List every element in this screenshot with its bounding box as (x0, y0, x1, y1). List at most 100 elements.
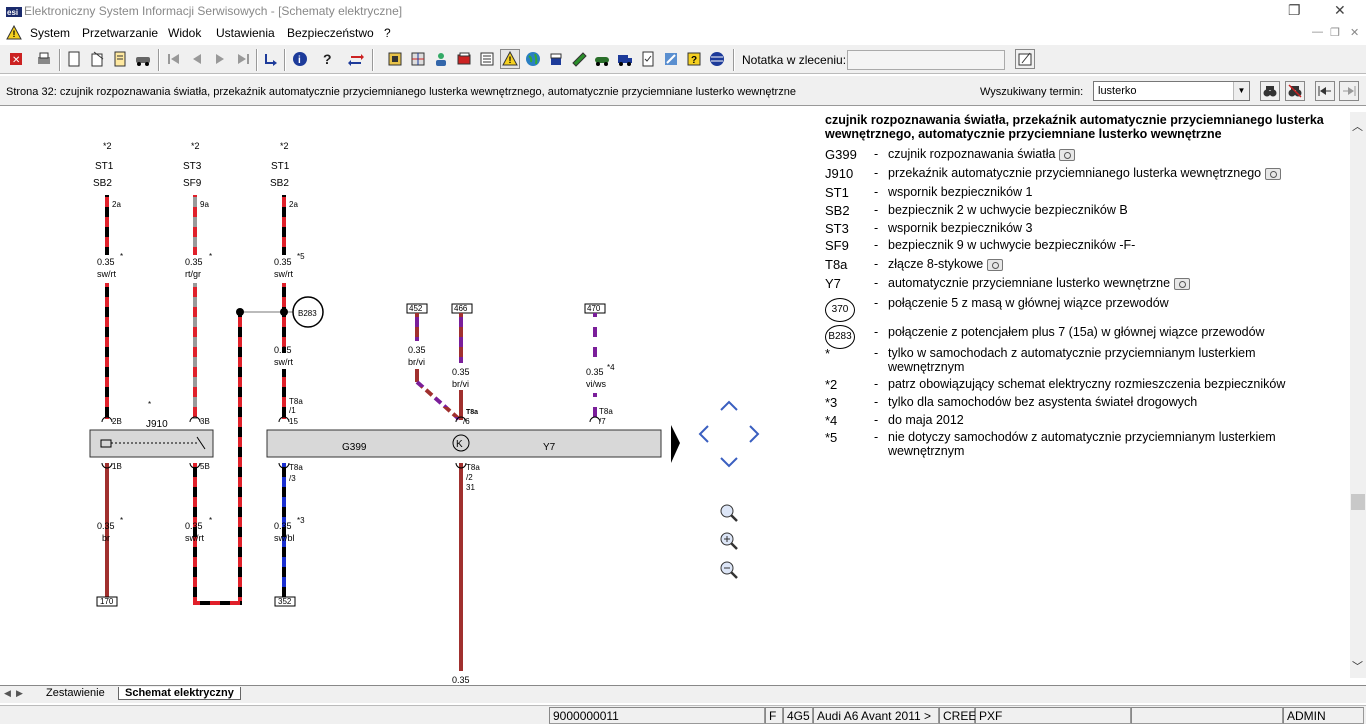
checklist-icon[interactable] (638, 49, 658, 69)
junction-dot (280, 308, 288, 316)
window-restore-button[interactable]: ❐ (1288, 2, 1301, 19)
wire-fuse1-top (105, 195, 109, 255)
camera-icon[interactable] (1059, 148, 1076, 161)
notatka-label: Notatka w zleceniu: (742, 53, 847, 67)
menu-ustawienia[interactable]: Ustawienia (216, 26, 275, 40)
money-icon[interactable] (569, 49, 589, 69)
edit-document-icon[interactable] (87, 49, 107, 69)
wire-fuse1-j910 (105, 283, 109, 419)
jump-icon[interactable] (261, 49, 281, 69)
t8a-1-label: /1 (289, 406, 296, 415)
previous-page-icon[interactable] (187, 49, 207, 69)
vertical-scrollbar[interactable]: ︿ ﹀ (1350, 112, 1366, 678)
viws-wire-size: 0.35 (586, 367, 604, 377)
print-icon[interactable] (34, 49, 54, 69)
status-gearbox: PXF (975, 707, 1131, 724)
search-term-select[interactable]: lusterko ▼ (1093, 81, 1250, 101)
camera-icon[interactable] (987, 258, 1004, 271)
tab-zestawienie[interactable]: Zestawienie (40, 687, 111, 699)
legend-title: czujnik rozpoznawania światła, przekaźni… (825, 113, 1324, 141)
tab-schemat-elektryczny[interactable]: Schemat elektryczny (118, 687, 241, 700)
g399-wire-size: 0.35 (274, 521, 292, 531)
bucket-icon[interactable] (546, 49, 566, 69)
mdi-restore-button[interactable]: ❐ (1330, 26, 1340, 39)
wire-fuse3-top (282, 195, 286, 255)
warning-toggle-icon[interactable]: ! (500, 49, 520, 69)
scroll-down-icon[interactable]: ﹀ (1352, 658, 1363, 674)
menu-bezpieczenstwo[interactable]: Bezpieczeństwo (287, 26, 374, 40)
status-f: F (765, 707, 783, 724)
brvi-wire-size: 0.35 (408, 345, 426, 355)
viws-wire-color: vi/ws (586, 379, 606, 389)
zoom-out-icon[interactable] (720, 561, 738, 579)
zoom-in-icon[interactable] (720, 532, 738, 550)
svg-text:!: ! (509, 55, 512, 65)
tools-icon[interactable] (661, 49, 681, 69)
fuse-box-icon[interactable] (385, 49, 405, 69)
warning-icon[interactable]: ! (6, 25, 22, 40)
notatka-field[interactable] (847, 50, 1005, 70)
globe-icon[interactable] (523, 49, 543, 69)
conn-466-label: 466 (454, 304, 468, 313)
component-icon[interactable] (408, 49, 428, 69)
notes-edit-button[interactable] (1015, 49, 1035, 69)
notes-icon[interactable] (110, 49, 130, 69)
camera-icon[interactable] (1174, 277, 1191, 290)
mdi-minimize-button[interactable]: — (1312, 26, 1323, 38)
window-close-button[interactable]: ✕ (1334, 2, 1346, 19)
scroll-up-icon[interactable]: ︿ (1352, 118, 1363, 134)
zoom-icon[interactable] (720, 504, 738, 522)
brvi2-wire-size: 0.35 (452, 367, 470, 377)
scrollbar-thumb[interactable] (1351, 494, 1365, 510)
switch-icon[interactable] (346, 49, 366, 69)
last-page-icon[interactable] (233, 49, 253, 69)
car-icon[interactable] (592, 49, 612, 69)
pan-down-icon[interactable] (720, 457, 738, 468)
user-icon[interactable] (431, 49, 451, 69)
conn-470-label: 470 (587, 304, 601, 313)
y7-label: Y7 (543, 442, 556, 453)
search-next-icon[interactable] (1339, 81, 1359, 101)
tab-scroll-left-icon[interactable]: ◀ (4, 688, 11, 699)
pan-up-icon[interactable] (720, 400, 738, 411)
menu-przetwarzanie[interactable]: Przetwarzanie (82, 26, 158, 40)
pan-controls[interactable] (698, 400, 760, 468)
status-bar: 9000000011 F 4G5 Audi A6 Avant 2011 > CR… (0, 705, 1366, 724)
svg-text:esi: esi (7, 8, 18, 17)
menu-system[interactable]: System (30, 26, 70, 40)
logo-icon[interactable] (707, 49, 727, 69)
chevron-down-icon[interactable]: ▼ (1233, 82, 1249, 100)
truck-icon[interactable] (615, 49, 635, 69)
vehicle-icon[interactable] (133, 49, 153, 69)
fuse1-fuse: SB2 (93, 178, 112, 189)
fuse3-pin: 2a (289, 200, 298, 209)
menu-help[interactable]: ? (384, 26, 391, 40)
camera-icon[interactable] (1265, 167, 1282, 180)
tab-scroll-right-icon[interactable]: ▶ (16, 688, 23, 699)
first-page-icon[interactable] (164, 49, 184, 69)
info-icon[interactable]: i (290, 49, 310, 69)
b283-label: B283 (298, 309, 317, 318)
mdi-close-button[interactable]: ✕ (1350, 26, 1359, 39)
t8a-y7-lower: T8a (466, 463, 480, 472)
status-code: 4G5 (783, 707, 813, 724)
svg-text:✕: ✕ (12, 55, 20, 66)
menu-widok[interactable]: Widok (168, 26, 201, 40)
pan-left-icon[interactable] (698, 425, 709, 443)
pan-right-icon[interactable] (749, 425, 760, 443)
help-book-icon[interactable]: ? (684, 49, 704, 69)
search-binoculars-icon[interactable] (1260, 81, 1280, 101)
document-icon[interactable] (477, 49, 497, 69)
b283-wire-size: 0.35 (274, 345, 292, 355)
page-continue-arrow[interactable] (671, 425, 680, 463)
search-clear-icon[interactable] (1285, 81, 1305, 101)
search-previous-icon[interactable] (1315, 81, 1335, 101)
fuse2-mark: * (209, 252, 212, 261)
book-icon[interactable] (454, 49, 474, 69)
next-page-icon[interactable] (210, 49, 230, 69)
help-icon[interactable]: ? (318, 49, 338, 69)
exit-icon[interactable]: ✕ (6, 49, 26, 69)
t8a-470-label: T8a (599, 407, 613, 416)
new-document-icon[interactable] (64, 49, 84, 69)
pin-2b: 2B (112, 417, 122, 426)
